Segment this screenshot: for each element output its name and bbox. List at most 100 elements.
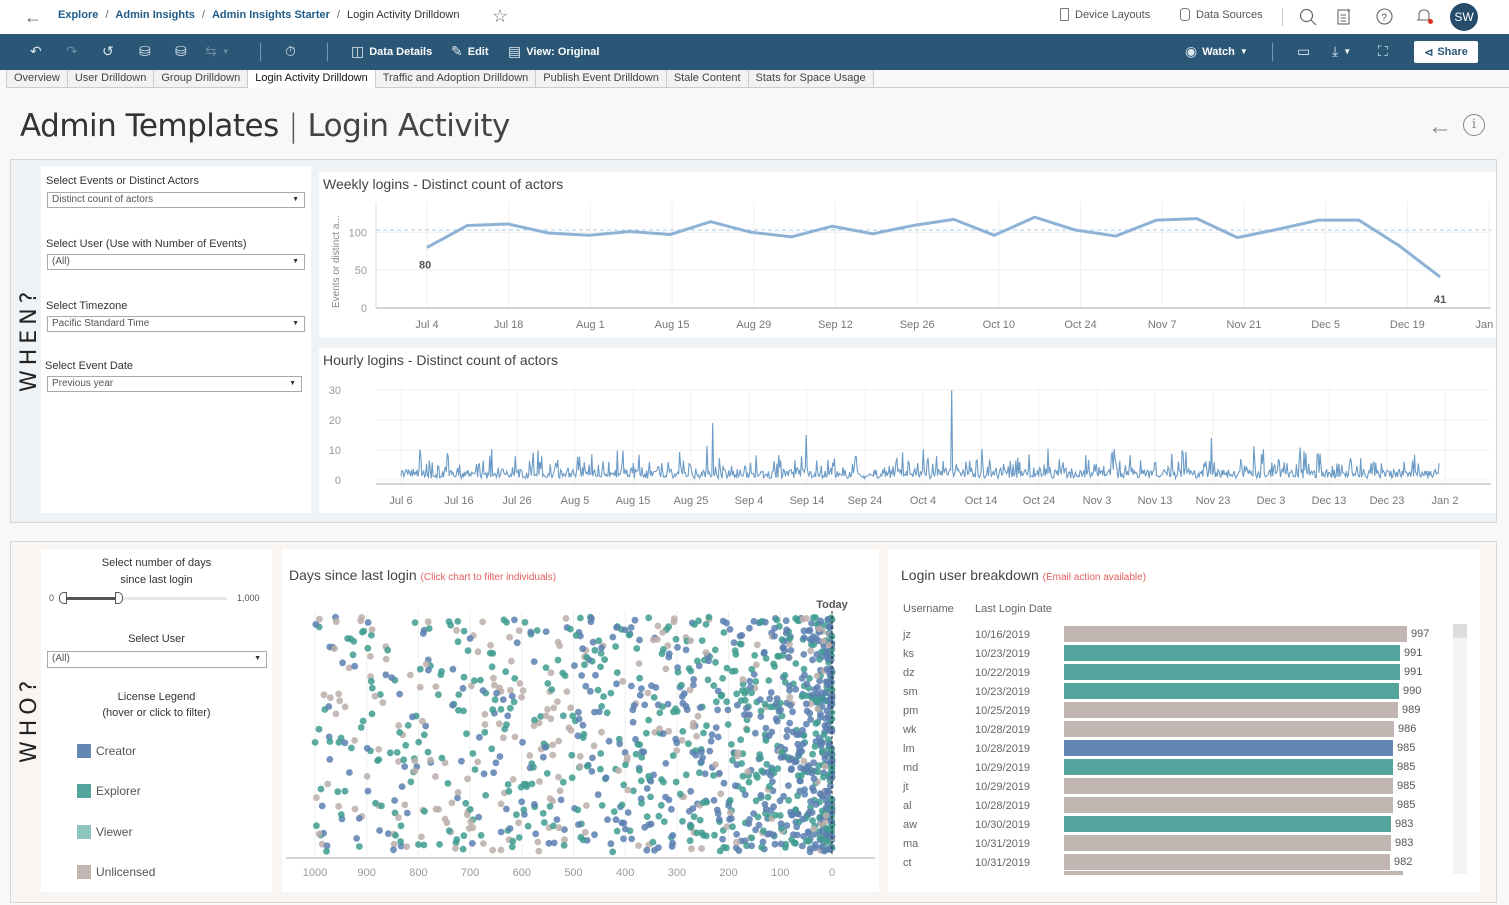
breadcrumb-admin-insights-starter[interactable]: Admin Insights Starter bbox=[212, 9, 330, 21]
days-bar[interactable] bbox=[1064, 740, 1393, 756]
table-row[interactable]: jt 10/29/2019 985 bbox=[903, 776, 1463, 795]
tab-stats-for-space-usage[interactable]: Stats for Space Usage bbox=[748, 70, 874, 88]
table-row[interactable]: lm 10/28/2019 985 bbox=[903, 738, 1463, 757]
hourly-logins-chart[interactable]: Hourly logins - Distinct count of actors… bbox=[319, 348, 1496, 513]
favorite-star-icon[interactable]: ☆ bbox=[492, 6, 508, 27]
table-row[interactable]: md 10/29/2019 985 bbox=[903, 757, 1463, 776]
tab-traffic-and-adoption-drilldown[interactable]: Traffic and Adoption Drilldown bbox=[375, 70, 537, 88]
table-row[interactable]: ks 10/23/2019 991 bbox=[903, 643, 1463, 662]
breadcrumb-admin-insights[interactable]: Admin Insights bbox=[115, 9, 194, 21]
edit-button[interactable]: ✎ Edit bbox=[451, 43, 489, 60]
scatter-point bbox=[459, 684, 467, 692]
scatter-point bbox=[527, 628, 535, 636]
legend-item-explorer[interactable]: Explorer bbox=[77, 784, 141, 798]
tab-group-drilldown[interactable]: Group Drilldown bbox=[154, 70, 249, 88]
days-bar[interactable] bbox=[1064, 664, 1400, 680]
table-row[interactable]: al 10/28/2019 985 bbox=[903, 795, 1463, 814]
metrics-button[interactable]: ⏱ bbox=[285, 43, 296, 60]
scatter-point bbox=[659, 629, 666, 636]
days-bar[interactable] bbox=[1064, 702, 1398, 718]
days-bar[interactable] bbox=[1064, 683, 1399, 699]
data-details-button[interactable]: ◫ Data Details bbox=[351, 43, 432, 60]
tab-user-drilldown[interactable]: User Drilldown bbox=[67, 70, 155, 88]
days-bar[interactable] bbox=[1064, 645, 1400, 661]
table-row[interactable]: sm 10/23/2019 990 bbox=[903, 681, 1463, 700]
days-bar[interactable] bbox=[1064, 854, 1390, 870]
slider-max-handle[interactable] bbox=[115, 592, 123, 604]
event-date-dropdown[interactable]: Previous year ▼ bbox=[47, 376, 302, 392]
scatter-point bbox=[806, 636, 814, 643]
legend-item-creator[interactable]: Creator bbox=[77, 744, 136, 758]
timezone-dropdown[interactable]: Pacific Standard Time ▼ bbox=[47, 316, 305, 332]
dropdown-value: Pacific Standard Time bbox=[52, 318, 150, 329]
watch-button[interactable]: ◉ Watch ▼ bbox=[1185, 43, 1248, 60]
days-bar[interactable] bbox=[1064, 816, 1391, 832]
scatter-point bbox=[422, 660, 430, 668]
tab-stale-content[interactable]: Stale Content bbox=[666, 70, 749, 88]
subscriptions-icon[interactable]: * bbox=[1337, 8, 1353, 26]
days-bar[interactable] bbox=[1064, 778, 1393, 794]
comments-button[interactable]: ▭ bbox=[1297, 43, 1310, 60]
days-bar[interactable] bbox=[1064, 835, 1391, 851]
table-row[interactable]: ma 10/31/2019 983 bbox=[903, 833, 1463, 852]
days-bar[interactable] bbox=[1064, 797, 1393, 813]
breadcrumb-explore[interactable]: Explore bbox=[58, 9, 98, 21]
scatter-point bbox=[679, 728, 687, 735]
table-row[interactable]: jz 10/16/2019 997 bbox=[903, 624, 1463, 643]
tab-overview[interactable]: Overview bbox=[6, 70, 68, 88]
scatter-point bbox=[637, 777, 645, 785]
revert-button[interactable]: ↺ bbox=[102, 43, 114, 60]
search-icon[interactable] bbox=[1299, 8, 1317, 26]
events-or-actors-dropdown[interactable]: Distinct count of actors ▼ bbox=[47, 192, 305, 208]
data-sources-button[interactable]: Data Sources bbox=[1180, 8, 1263, 21]
device-layouts-button[interactable]: Device Layouts bbox=[1060, 8, 1150, 21]
scrollbar-thumb[interactable] bbox=[1453, 624, 1467, 638]
refresh-data-button[interactable]: ⛁ bbox=[139, 43, 151, 60]
days-bar[interactable] bbox=[1064, 626, 1407, 642]
info-icon[interactable]: i bbox=[1463, 114, 1485, 136]
redo-button[interactable]: ↷ bbox=[66, 43, 78, 60]
legend-item-viewer[interactable]: Viewer bbox=[77, 825, 132, 839]
days-since-login-chart[interactable]: Days since last login (Click chart to fi… bbox=[282, 549, 879, 892]
undo-button[interactable]: ↶ bbox=[30, 43, 42, 60]
tab-login-activity-drilldown[interactable]: Login Activity Drilldown bbox=[248, 70, 376, 88]
scatter-point bbox=[367, 653, 374, 660]
back-arrow-icon[interactable]: ← bbox=[1428, 113, 1452, 141]
weekly-logins-chart[interactable]: Weekly logins - Distinct count of actors… bbox=[319, 172, 1496, 338]
vertical-scrollbar[interactable] bbox=[1453, 624, 1467, 874]
pause-updates-button[interactable]: ⛁ bbox=[175, 43, 187, 60]
table-row[interactable]: ct 10/31/2019 982 bbox=[903, 852, 1463, 871]
help-icon[interactable]: ? bbox=[1376, 8, 1394, 26]
scatter-point bbox=[518, 693, 525, 701]
scatter-point bbox=[379, 699, 387, 706]
scatter-point bbox=[696, 704, 704, 711]
legend-item-unlicensed[interactable]: Unlicensed bbox=[77, 865, 155, 879]
table-row[interactable]: pm 10/25/2019 989 bbox=[903, 700, 1463, 719]
who-user-dropdown[interactable]: (All) ▼ bbox=[47, 651, 267, 668]
back-arrow-icon[interactable]: ← bbox=[24, 7, 44, 27]
user-dropdown[interactable]: (All) ▼ bbox=[47, 254, 305, 270]
replay-animation-button[interactable]: ⇆ ▼ bbox=[205, 43, 230, 60]
days-bar[interactable] bbox=[1064, 871, 1403, 875]
table-row[interactable]: aw 10/30/2019 983 bbox=[903, 814, 1463, 833]
device-icon bbox=[1060, 8, 1069, 21]
column-header-last-login[interactable]: Last Login Date bbox=[975, 603, 1052, 615]
scatter-point bbox=[547, 669, 555, 677]
fullscreen-button[interactable]: ⛶ bbox=[1378, 43, 1388, 60]
scatter-point bbox=[540, 819, 548, 826]
share-button[interactable]: ⊲ Share bbox=[1414, 41, 1478, 63]
last-login-cell: 10/25/2019 bbox=[975, 705, 1031, 717]
download-button[interactable]: ⤓ ▼ bbox=[1332, 43, 1351, 60]
table-row[interactable]: wk 10/28/2019 986 bbox=[903, 719, 1463, 738]
slider-min-handle[interactable] bbox=[59, 592, 67, 604]
scatter-point bbox=[355, 843, 363, 850]
days-bar[interactable] bbox=[1064, 721, 1394, 737]
data-label: 80 bbox=[419, 259, 431, 271]
column-header-username[interactable]: Username bbox=[903, 603, 954, 615]
table-row[interactable]: dz 10/22/2019 991 bbox=[903, 662, 1463, 681]
days-bar[interactable] bbox=[1064, 759, 1393, 775]
user-avatar[interactable]: SW bbox=[1450, 3, 1478, 31]
view-original-button[interactable]: ▤ View: Original bbox=[508, 43, 599, 60]
tab-publish-event-drilldown[interactable]: Publish Event Drilldown bbox=[536, 70, 667, 88]
scatter-point bbox=[497, 800, 505, 808]
